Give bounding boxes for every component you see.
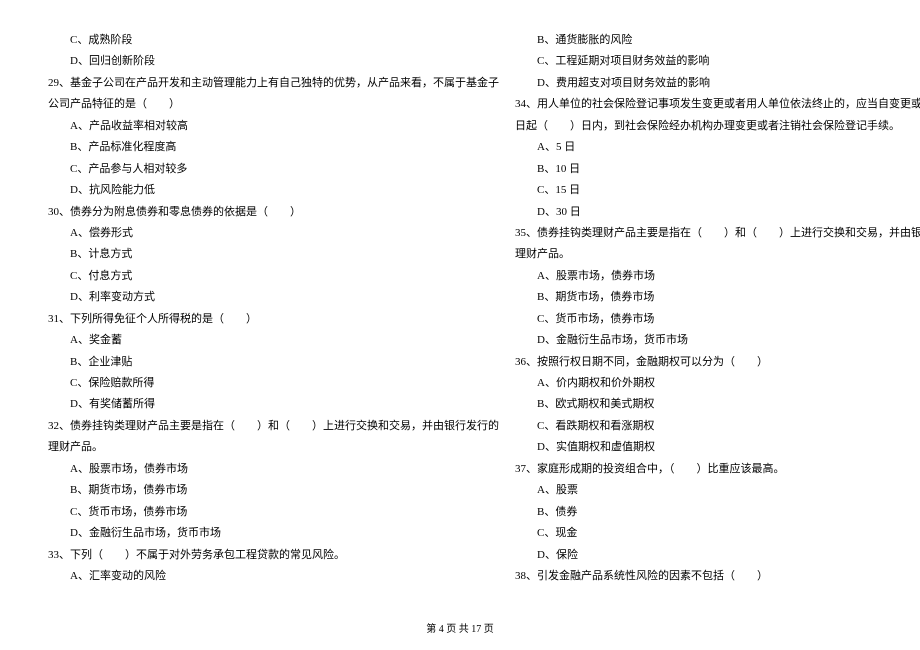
option-text: B、企业津贴 [48, 352, 499, 373]
option-text: D、保险 [515, 545, 920, 566]
option-text: C、保险赔款所得 [48, 373, 499, 394]
question-text: 35、债券挂钩类理财产品主要是指在（ ）和（ ）上进行交换和交易，并由银行发行的 [515, 223, 920, 244]
option-text: C、工程延期对项目财务效益的影响 [515, 51, 920, 72]
option-text: B、期货市场，债券市场 [48, 480, 499, 501]
left-column: C、成熟阶段 D、回归创新阶段 29、基金子公司在产品开发和主动管理能力上有自己… [40, 30, 507, 587]
question-text: 日起（ ）日内，到社会保险经办机构办理变更或者注销社会保险登记手续。 [515, 116, 920, 137]
option-text: C、产品参与人相对较多 [48, 159, 499, 180]
question-text: 32、债券挂钩类理财产品主要是指在（ ）和（ ）上进行交换和交易，并由银行发行的 [48, 416, 499, 437]
option-text: A、股票市场，债券市场 [515, 266, 920, 287]
option-text: B、通货膨胀的风险 [515, 30, 920, 51]
option-text: A、偿券形式 [48, 223, 499, 244]
page-footer: 第 4 页 共 17 页 [0, 620, 920, 635]
option-text: D、回归创新阶段 [48, 51, 499, 72]
option-text: C、看跌期权和看涨期权 [515, 416, 920, 437]
question-text: 37、家庭形成期的投资组合中，（ ）比重应该最高。 [515, 459, 920, 480]
option-text: D、30 日 [515, 202, 920, 223]
option-text: C、15 日 [515, 180, 920, 201]
right-column: B、通货膨胀的风险 C、工程延期对项目财务效益的影响 D、费用超支对项目财务效益… [507, 30, 920, 587]
option-text: D、金融衍生品市场，货币市场 [48, 523, 499, 544]
option-text: B、债券 [515, 502, 920, 523]
question-text: 公司产品特征的是（ ） [48, 94, 499, 115]
option-text: A、价内期权和价外期权 [515, 373, 920, 394]
option-text: D、利率变动方式 [48, 287, 499, 308]
option-text: C、货币市场，债券市场 [515, 309, 920, 330]
question-text: 29、基金子公司在产品开发和主动管理能力上有自己独特的优势，从产品来看，不属于基… [48, 73, 499, 94]
question-text: 34、用人单位的社会保险登记事项发生变更或者用人单位依法终止的，应当自变更或者终… [515, 94, 920, 115]
option-text: A、奖金蓄 [48, 330, 499, 351]
question-text: 30、债券分为附息债券和零息债券的依据是（ ） [48, 202, 499, 223]
option-text: B、期货市场，债券市场 [515, 287, 920, 308]
option-text: C、成熟阶段 [48, 30, 499, 51]
question-text: 33、下列（ ）不属于对外劳务承包工程贷款的常见风险。 [48, 545, 499, 566]
option-text: D、有奖储蓄所得 [48, 394, 499, 415]
option-text: D、抗风险能力低 [48, 180, 499, 201]
option-text: A、股票市场，债券市场 [48, 459, 499, 480]
option-text: C、付息方式 [48, 266, 499, 287]
option-text: A、产品收益率相对较高 [48, 116, 499, 137]
question-text: 38、引发金融产品系统性风险的因素不包括（ ） [515, 566, 920, 587]
option-text: A、5 日 [515, 137, 920, 158]
option-text: B、10 日 [515, 159, 920, 180]
question-text: 31、下列所得免征个人所得税的是（ ） [48, 309, 499, 330]
question-text: 理财产品。 [48, 437, 499, 458]
question-text: 理财产品。 [515, 244, 920, 265]
option-text: B、欧式期权和美式期权 [515, 394, 920, 415]
option-text: D、费用超支对项目财务效益的影响 [515, 73, 920, 94]
page-container: C、成熟阶段 D、回归创新阶段 29、基金子公司在产品开发和主动管理能力上有自己… [0, 0, 920, 617]
option-text: B、计息方式 [48, 244, 499, 265]
option-text: C、现金 [515, 523, 920, 544]
option-text: C、货币市场，债券市场 [48, 502, 499, 523]
option-text: B、产品标准化程度高 [48, 137, 499, 158]
option-text: A、汇率变动的风险 [48, 566, 499, 587]
option-text: A、股票 [515, 480, 920, 501]
option-text: D、金融衍生品市场，货币市场 [515, 330, 920, 351]
option-text: D、实值期权和虚值期权 [515, 437, 920, 458]
question-text: 36、按照行权日期不同，金融期权可以分为（ ） [515, 352, 920, 373]
